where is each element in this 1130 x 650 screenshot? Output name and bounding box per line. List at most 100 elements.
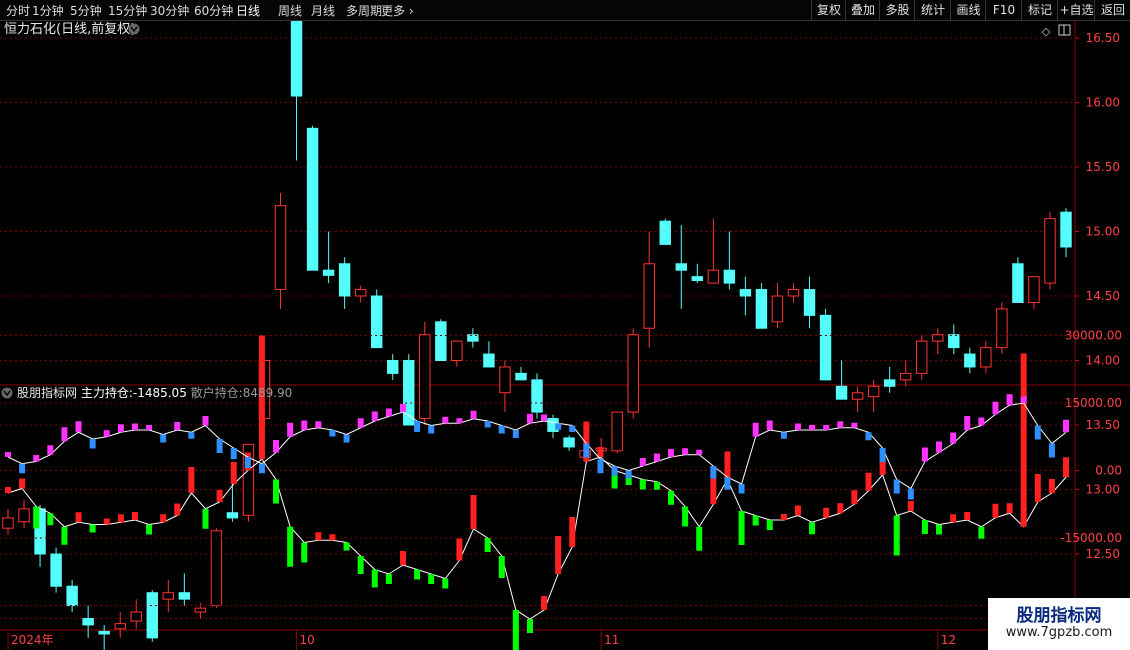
retail-position-bar [456, 418, 463, 424]
period-tab-4[interactable]: 30分钟 [150, 2, 189, 19]
toolbar-button-7[interactable]: +自选 [1057, 0, 1095, 20]
candle-body[interactable] [1012, 263, 1024, 303]
candle-body[interactable] [723, 269, 736, 284]
candle-body[interactable] [210, 530, 223, 607]
price-tick-label: 14.50 [1086, 289, 1120, 303]
retail-position-bar [273, 440, 280, 453]
candle-body[interactable] [354, 289, 367, 297]
candle-body[interactable] [643, 263, 655, 329]
retail-position-bar [823, 425, 830, 430]
candle-body[interactable] [803, 289, 816, 316]
ind-tick-label: 30000.00 [1065, 329, 1122, 343]
candle-body[interactable] [883, 379, 896, 387]
candle-body[interactable] [322, 269, 335, 276]
candle-body[interactable] [1044, 218, 1056, 284]
candle-body[interactable] [531, 379, 543, 413]
candle-body[interactable] [819, 314, 832, 381]
candle-body[interactable] [1028, 276, 1040, 303]
candle-body[interactable] [178, 592, 191, 600]
candle-body[interactable] [146, 592, 158, 639]
candle-body[interactable] [419, 334, 431, 420]
candle-body[interactable] [948, 334, 960, 349]
candle-body[interactable] [338, 263, 351, 297]
candle-body[interactable] [66, 585, 78, 607]
candle-body[interactable] [707, 269, 720, 284]
candle-body[interactable] [611, 411, 623, 452]
toolbar-button-8[interactable]: 返回 [1094, 0, 1130, 20]
candle-body[interactable] [114, 623, 126, 630]
retail-position-bar [371, 411, 378, 421]
candle-body[interactable] [451, 340, 463, 361]
candle-body[interactable] [226, 512, 239, 519]
candle-body[interactable] [82, 618, 94, 626]
candle-body[interactable] [483, 353, 495, 368]
toolbar-button-0[interactable]: 复权 [811, 0, 846, 20]
candle-body[interactable] [515, 372, 527, 381]
toolbar-button-3[interactable]: 统计 [914, 0, 951, 20]
candle-body[interactable] [1060, 211, 1072, 248]
candle-body[interactable] [499, 366, 511, 394]
main-position-bar [766, 520, 773, 530]
period-tab-9[interactable]: 多周期 [346, 2, 382, 19]
period-tab-10[interactable]: 更多 › [381, 2, 414, 19]
period-tab-6[interactable]: 日线 [236, 2, 260, 19]
toolbar-button-6[interactable]: 标记 [1021, 0, 1058, 20]
retail-position-bar [851, 422, 858, 428]
candle-body[interactable] [787, 289, 800, 297]
candle-body[interactable] [130, 611, 142, 622]
candle-body[interactable] [274, 205, 287, 291]
period-tab-8[interactable]: 月线 [311, 2, 335, 19]
retail-position-bar [498, 425, 505, 434]
toolbar-button-4[interactable]: 画线 [950, 0, 986, 20]
period-tab-2[interactable]: 5分钟 [70, 2, 102, 19]
candle-body[interactable] [835, 385, 848, 400]
candle-body[interactable] [980, 347, 992, 368]
candle-body[interactable] [996, 308, 1008, 349]
candle-body[interactable] [435, 321, 447, 361]
indicator-dropdown-icon[interactable] [1, 387, 13, 399]
candle-body[interactable] [739, 289, 752, 297]
candle-body[interactable] [627, 334, 639, 413]
candle-body[interactable] [851, 392, 864, 400]
candle-body[interactable] [50, 553, 62, 587]
toolbar-button-2[interactable]: 多股 [879, 0, 915, 20]
candle-body[interactable] [755, 289, 768, 329]
candle-body[interactable] [771, 295, 784, 323]
retail-position-bar [343, 434, 350, 443]
candle-body[interactable] [290, 21, 303, 97]
stock-chart[interactable]: 12.0012.5013.0013.5014.0014.5015.0015.50… [0, 21, 1130, 650]
candle-body[interactable] [387, 360, 399, 374]
period-tab-0[interactable]: 分时 [6, 2, 30, 19]
candle-body[interactable] [2, 517, 14, 529]
candle-body[interactable] [916, 340, 928, 374]
dropdown-icon[interactable] [128, 23, 140, 35]
candle-body[interactable] [675, 263, 687, 271]
candle-body[interactable] [563, 437, 575, 448]
candle-body[interactable] [867, 385, 880, 398]
retail-position-bar [216, 439, 223, 453]
candle-body[interactable] [370, 295, 383, 349]
toolbar-button-5[interactable]: F10 [985, 0, 1022, 20]
legend-main-value: -1485.05 [133, 386, 187, 400]
period-tab-7[interactable]: 周线 [278, 2, 302, 19]
retail-position-bar [653, 453, 660, 462]
main-position-bar [555, 536, 562, 574]
main-position-bar [1063, 457, 1069, 478]
main-position-bar [442, 578, 449, 589]
candle-body[interactable] [18, 508, 30, 523]
candle-body[interactable] [162, 592, 175, 600]
candle-body[interactable] [194, 607, 207, 613]
period-tab-3[interactable]: 15分钟 [108, 2, 147, 19]
candle-body[interactable] [899, 372, 912, 381]
candle-body[interactable] [691, 276, 704, 282]
candle-body[interactable] [964, 353, 976, 368]
candle-body[interactable] [98, 630, 110, 635]
main-position-bar [752, 515, 759, 526]
retail-position-bar [752, 422, 759, 437]
period-tab-5[interactable]: 60分钟 [194, 2, 233, 19]
candle-body[interactable] [659, 220, 671, 245]
candle-body[interactable] [306, 127, 319, 271]
period-tab-1[interactable]: 1分钟 [32, 2, 64, 19]
retail-position-bar [5, 452, 11, 457]
toolbar-button-1[interactable]: 叠加 [845, 0, 880, 20]
